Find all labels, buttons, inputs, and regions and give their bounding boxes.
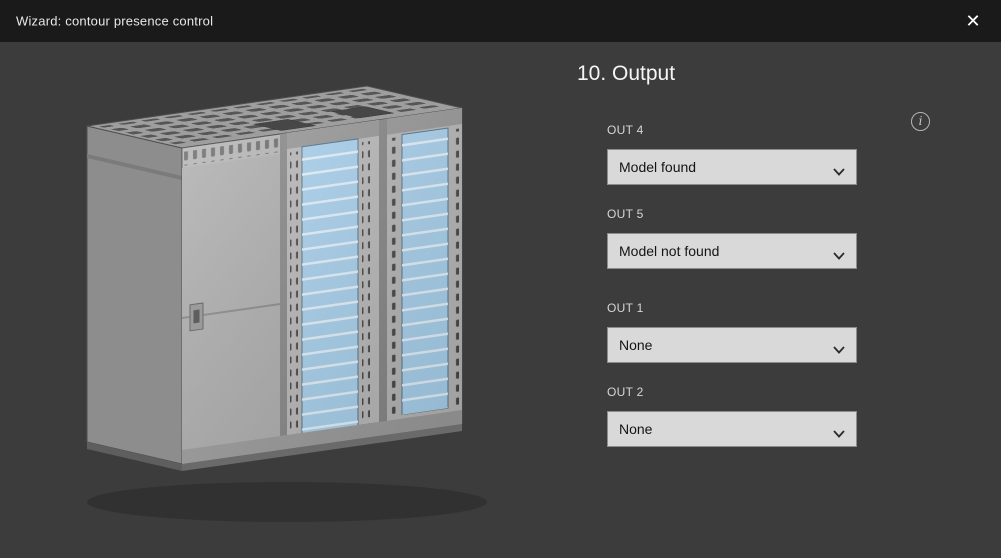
chevron-down-icon bbox=[833, 341, 845, 349]
field-group-out5: OUT 5 Model not found bbox=[607, 207, 857, 269]
chevron-down-icon bbox=[833, 425, 845, 433]
out2-label: OUT 2 bbox=[607, 385, 857, 399]
info-icon[interactable]: i bbox=[911, 112, 930, 131]
field-group-out1: OUT 1 None bbox=[607, 301, 857, 363]
chevron-down-icon bbox=[833, 247, 845, 255]
out2-selected-value: None bbox=[619, 421, 652, 437]
window-title: Wizard: contour presence control bbox=[16, 14, 213, 29]
page-title: 10. Output bbox=[577, 62, 675, 86]
out5-dropdown[interactable]: Model not found bbox=[607, 233, 857, 269]
field-group-out4: OUT 4 Model found bbox=[607, 123, 857, 185]
out1-dropdown[interactable]: None bbox=[607, 327, 857, 363]
out5-label: OUT 5 bbox=[607, 207, 857, 221]
close-icon[interactable]: ✕ bbox=[957, 5, 989, 37]
out4-selected-value: Model found bbox=[619, 159, 696, 175]
out5-selected-value: Model not found bbox=[619, 243, 719, 259]
device-image bbox=[52, 54, 522, 544]
out1-label: OUT 1 bbox=[607, 301, 857, 315]
field-group-out2: OUT 2 None bbox=[607, 385, 857, 447]
out4-dropdown[interactable]: Model found bbox=[607, 149, 857, 185]
chevron-down-icon bbox=[833, 163, 845, 171]
plc-device-illustration bbox=[52, 54, 522, 544]
out2-dropdown[interactable]: None bbox=[607, 411, 857, 447]
out4-label: OUT 4 bbox=[607, 123, 857, 137]
out1-selected-value: None bbox=[619, 337, 652, 353]
window-titlebar: Wizard: contour presence control ✕ bbox=[0, 0, 1001, 42]
